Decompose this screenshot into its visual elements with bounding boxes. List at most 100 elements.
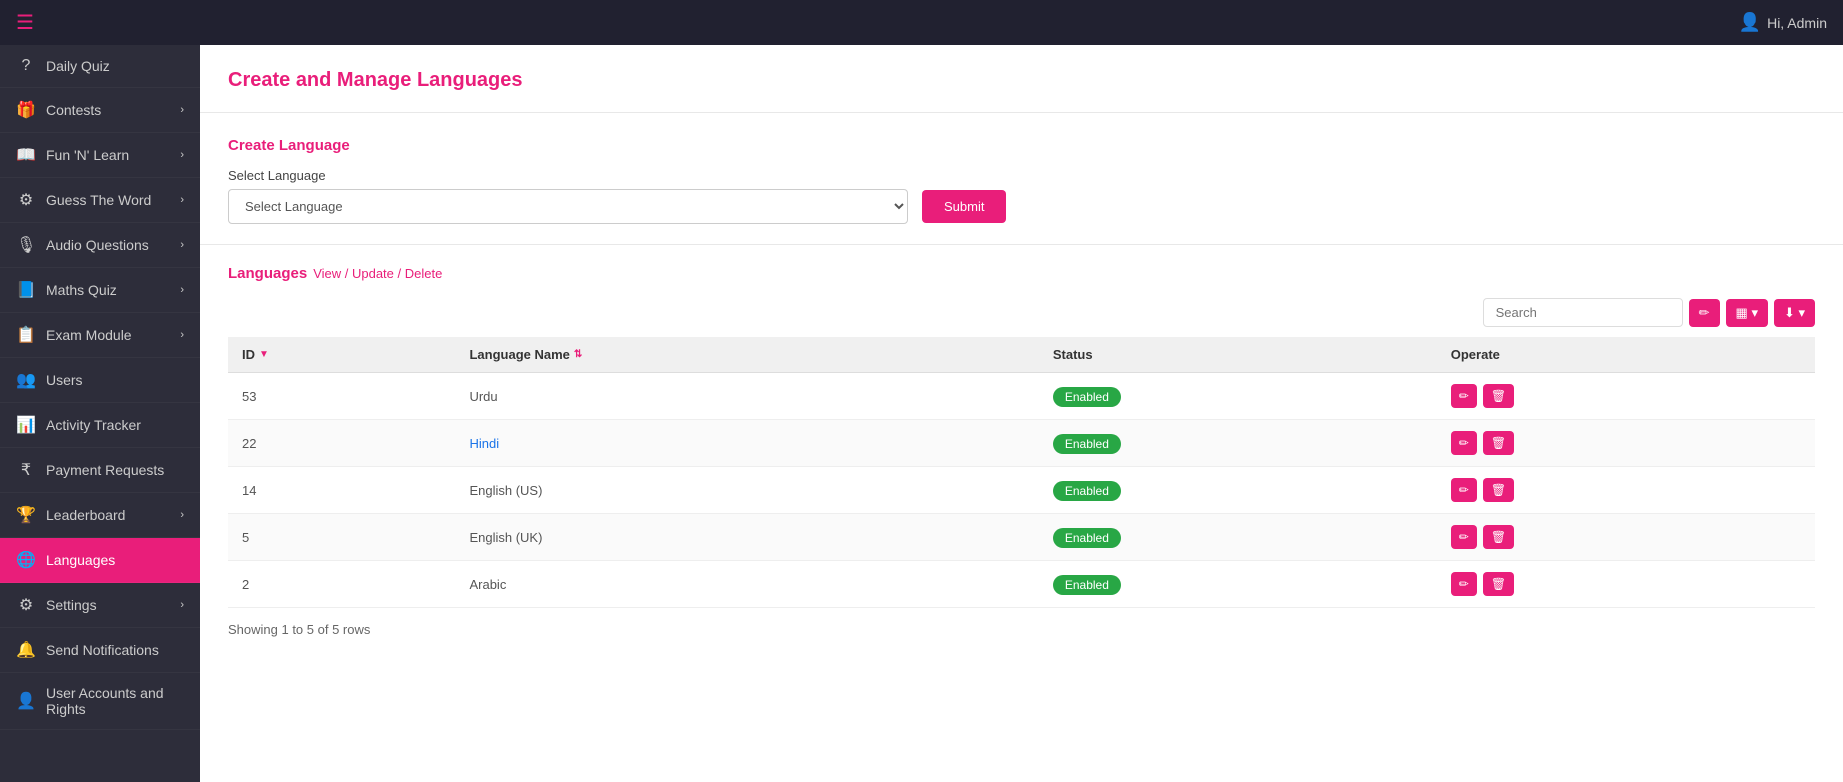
sidebar-label-leaderboard: Leaderboard [46, 507, 170, 523]
submit-button[interactable]: Submit [922, 190, 1006, 223]
chevron-icon-leaderboard: › [180, 509, 184, 521]
sidebar-label-audio-questions: Audio Questions [46, 237, 170, 253]
language-select[interactable]: Select Language [228, 189, 908, 224]
operate-buttons: ✏ 🗑 [1451, 478, 1801, 502]
sidebar-item-send-notifications[interactable]: 🔔 Send Notifications [0, 628, 200, 673]
sidebar-label-contests: Contests [46, 102, 170, 118]
user-greeting-label: Hi, Admin [1767, 15, 1827, 31]
sidebar-item-audio-questions[interactable]: 🎙 Audio Questions › [0, 223, 200, 268]
sidebar-item-maths-quiz[interactable]: 📘 Maths Quiz › [0, 268, 200, 313]
sidebar-label-exam-module: Exam Module [46, 327, 170, 343]
sidebar-label-payment-requests: Payment Requests [46, 462, 184, 478]
user-avatar-icon: 👤 [1739, 12, 1761, 33]
chevron-icon-exam-module: › [180, 329, 184, 341]
select-row: Select Language Submit [228, 189, 1815, 224]
sidebar-icon-settings: ⚙ [16, 595, 36, 615]
status-badge: Enabled [1053, 481, 1121, 501]
sidebar-label-fun-learn: Fun 'N' Learn [46, 147, 170, 163]
edit-button[interactable]: ✏ [1451, 478, 1477, 502]
cell-language-name: Arabic [455, 561, 1038, 608]
edit-button[interactable]: ✏ [1451, 572, 1477, 596]
sidebar-item-exam-module[interactable]: 📋 Exam Module › [0, 313, 200, 358]
sidebar-icon-fun-learn: 📖 [16, 145, 36, 165]
edit-button[interactable]: ✏ [1451, 384, 1477, 408]
create-language-section: Create Language Select Language Select L… [200, 113, 1843, 245]
id-sort-icon[interactable]: ▼ [259, 349, 269, 360]
sidebar-icon-contests: 🎁 [16, 100, 36, 120]
cell-id: 53 [228, 373, 455, 420]
delete-button[interactable]: 🗑 [1483, 431, 1514, 455]
delete-button[interactable]: 🗑 [1483, 572, 1514, 596]
sidebar-item-settings[interactable]: ⚙ Settings › [0, 583, 200, 628]
sidebar-label-languages: Languages [46, 552, 184, 568]
sidebar-label-users: Users [46, 372, 184, 388]
table-row: 14 English (US) Enabled ✏ 🗑 [228, 467, 1815, 514]
delete-button[interactable]: 🗑 [1483, 478, 1514, 502]
edit-button[interactable]: ✏ [1451, 431, 1477, 455]
cell-status: Enabled [1039, 561, 1437, 608]
download-button[interactable]: ⬇ ▾ [1774, 299, 1815, 327]
sidebar-item-leaderboard[interactable]: 🏆 Leaderboard › [0, 493, 200, 538]
sidebar-label-daily-quiz: Daily Quiz [46, 58, 184, 74]
search-input[interactable] [1483, 298, 1683, 327]
sidebar-label-user-accounts: User Accounts and Rights [46, 685, 184, 717]
create-section-title: Create Language [228, 137, 1815, 154]
delete-button[interactable]: 🗑 [1483, 525, 1514, 549]
columns-button[interactable]: ▦ ▾ [1726, 299, 1768, 327]
status-badge: Enabled [1053, 528, 1121, 548]
table-row: 22 Hindi Enabled ✏ 🗑 [228, 420, 1815, 467]
sidebar-icon-send-notifications: 🔔 [16, 640, 36, 660]
cell-id: 5 [228, 514, 455, 561]
operate-buttons: ✏ 🗑 [1451, 525, 1801, 549]
status-badge: Enabled [1053, 434, 1121, 454]
table-row: 53 Urdu Enabled ✏ 🗑 [228, 373, 1815, 420]
sidebar-item-fun-learn[interactable]: 📖 Fun 'N' Learn › [0, 133, 200, 178]
cell-operate: ✏ 🗑 [1437, 420, 1815, 467]
operate-buttons: ✏ 🗑 [1451, 572, 1801, 596]
sidebar-item-user-accounts[interactable]: 👤 User Accounts and Rights [0, 673, 200, 730]
language-name-link[interactable]: Hindi [469, 436, 499, 451]
sidebar-icon-guess-the-word: ⚙ [16, 190, 36, 210]
page-title: Create and Manage Languages [228, 69, 1815, 92]
lang-sort-icon[interactable]: ⇅ [574, 349, 582, 360]
sidebar-icon-activity-tracker: 📊 [16, 415, 36, 435]
cell-language-name[interactable]: Hindi [455, 420, 1038, 467]
sidebar-item-languages[interactable]: 🌐 Languages [0, 538, 200, 583]
cell-operate: ✏ 🗑 [1437, 373, 1815, 420]
sidebar-label-maths-quiz: Maths Quiz [46, 282, 170, 298]
cell-id: 14 [228, 467, 455, 514]
table-row: 5 English (UK) Enabled ✏ 🗑 [228, 514, 1815, 561]
sidebar-icon-maths-quiz: 📘 [16, 280, 36, 300]
delete-button[interactable]: 🗑 [1483, 384, 1514, 408]
cell-status: Enabled [1039, 514, 1437, 561]
cell-operate: ✏ 🗑 [1437, 561, 1815, 608]
languages-section-subtitle: View / Update / Delete [313, 266, 442, 281]
sidebar-item-payment-requests[interactable]: ₹ Payment Requests [0, 448, 200, 493]
edit-icon-button[interactable]: ✏ [1689, 299, 1720, 327]
sidebar-icon-payment-requests: ₹ [16, 460, 36, 480]
cell-id: 2 [228, 561, 455, 608]
cell-status: Enabled [1039, 373, 1437, 420]
sidebar-item-contests[interactable]: 🎁 Contests › [0, 88, 200, 133]
sidebar-item-users[interactable]: 👥 Users [0, 358, 200, 403]
select-language-label: Select Language [228, 168, 1815, 183]
cell-language-name: English (US) [455, 467, 1038, 514]
page-title-section: Create and Manage Languages [200, 45, 1843, 113]
hamburger-icon[interactable]: ☰ [16, 10, 34, 35]
languages-section-title: Languages [228, 265, 307, 282]
sidebar-label-settings: Settings [46, 597, 170, 613]
cell-operate: ✏ 🗑 [1437, 514, 1815, 561]
sidebar-icon-audio-questions: 🎙 [16, 235, 36, 255]
th-operate: Operate [1437, 337, 1815, 373]
th-language-name: Language Name ⇅ [455, 337, 1038, 373]
sidebar-item-guess-the-word[interactable]: ⚙ Guess The Word › [0, 178, 200, 223]
topbar: ☰ 👤 Hi, Admin [0, 0, 1843, 45]
sidebar-label-activity-tracker: Activity Tracker [46, 417, 184, 433]
status-badge: Enabled [1053, 387, 1121, 407]
sidebar: ? Daily Quiz 🎁 Contests › 📖 Fun 'N' Lear… [0, 45, 200, 782]
sidebar-item-daily-quiz[interactable]: ? Daily Quiz [0, 45, 200, 88]
edit-button[interactable]: ✏ [1451, 525, 1477, 549]
sidebar-item-activity-tracker[interactable]: 📊 Activity Tracker [0, 403, 200, 448]
table-header: ID ▼ Language Name ⇅ Status Operate [228, 337, 1815, 373]
chevron-icon-audio-questions: › [180, 239, 184, 251]
